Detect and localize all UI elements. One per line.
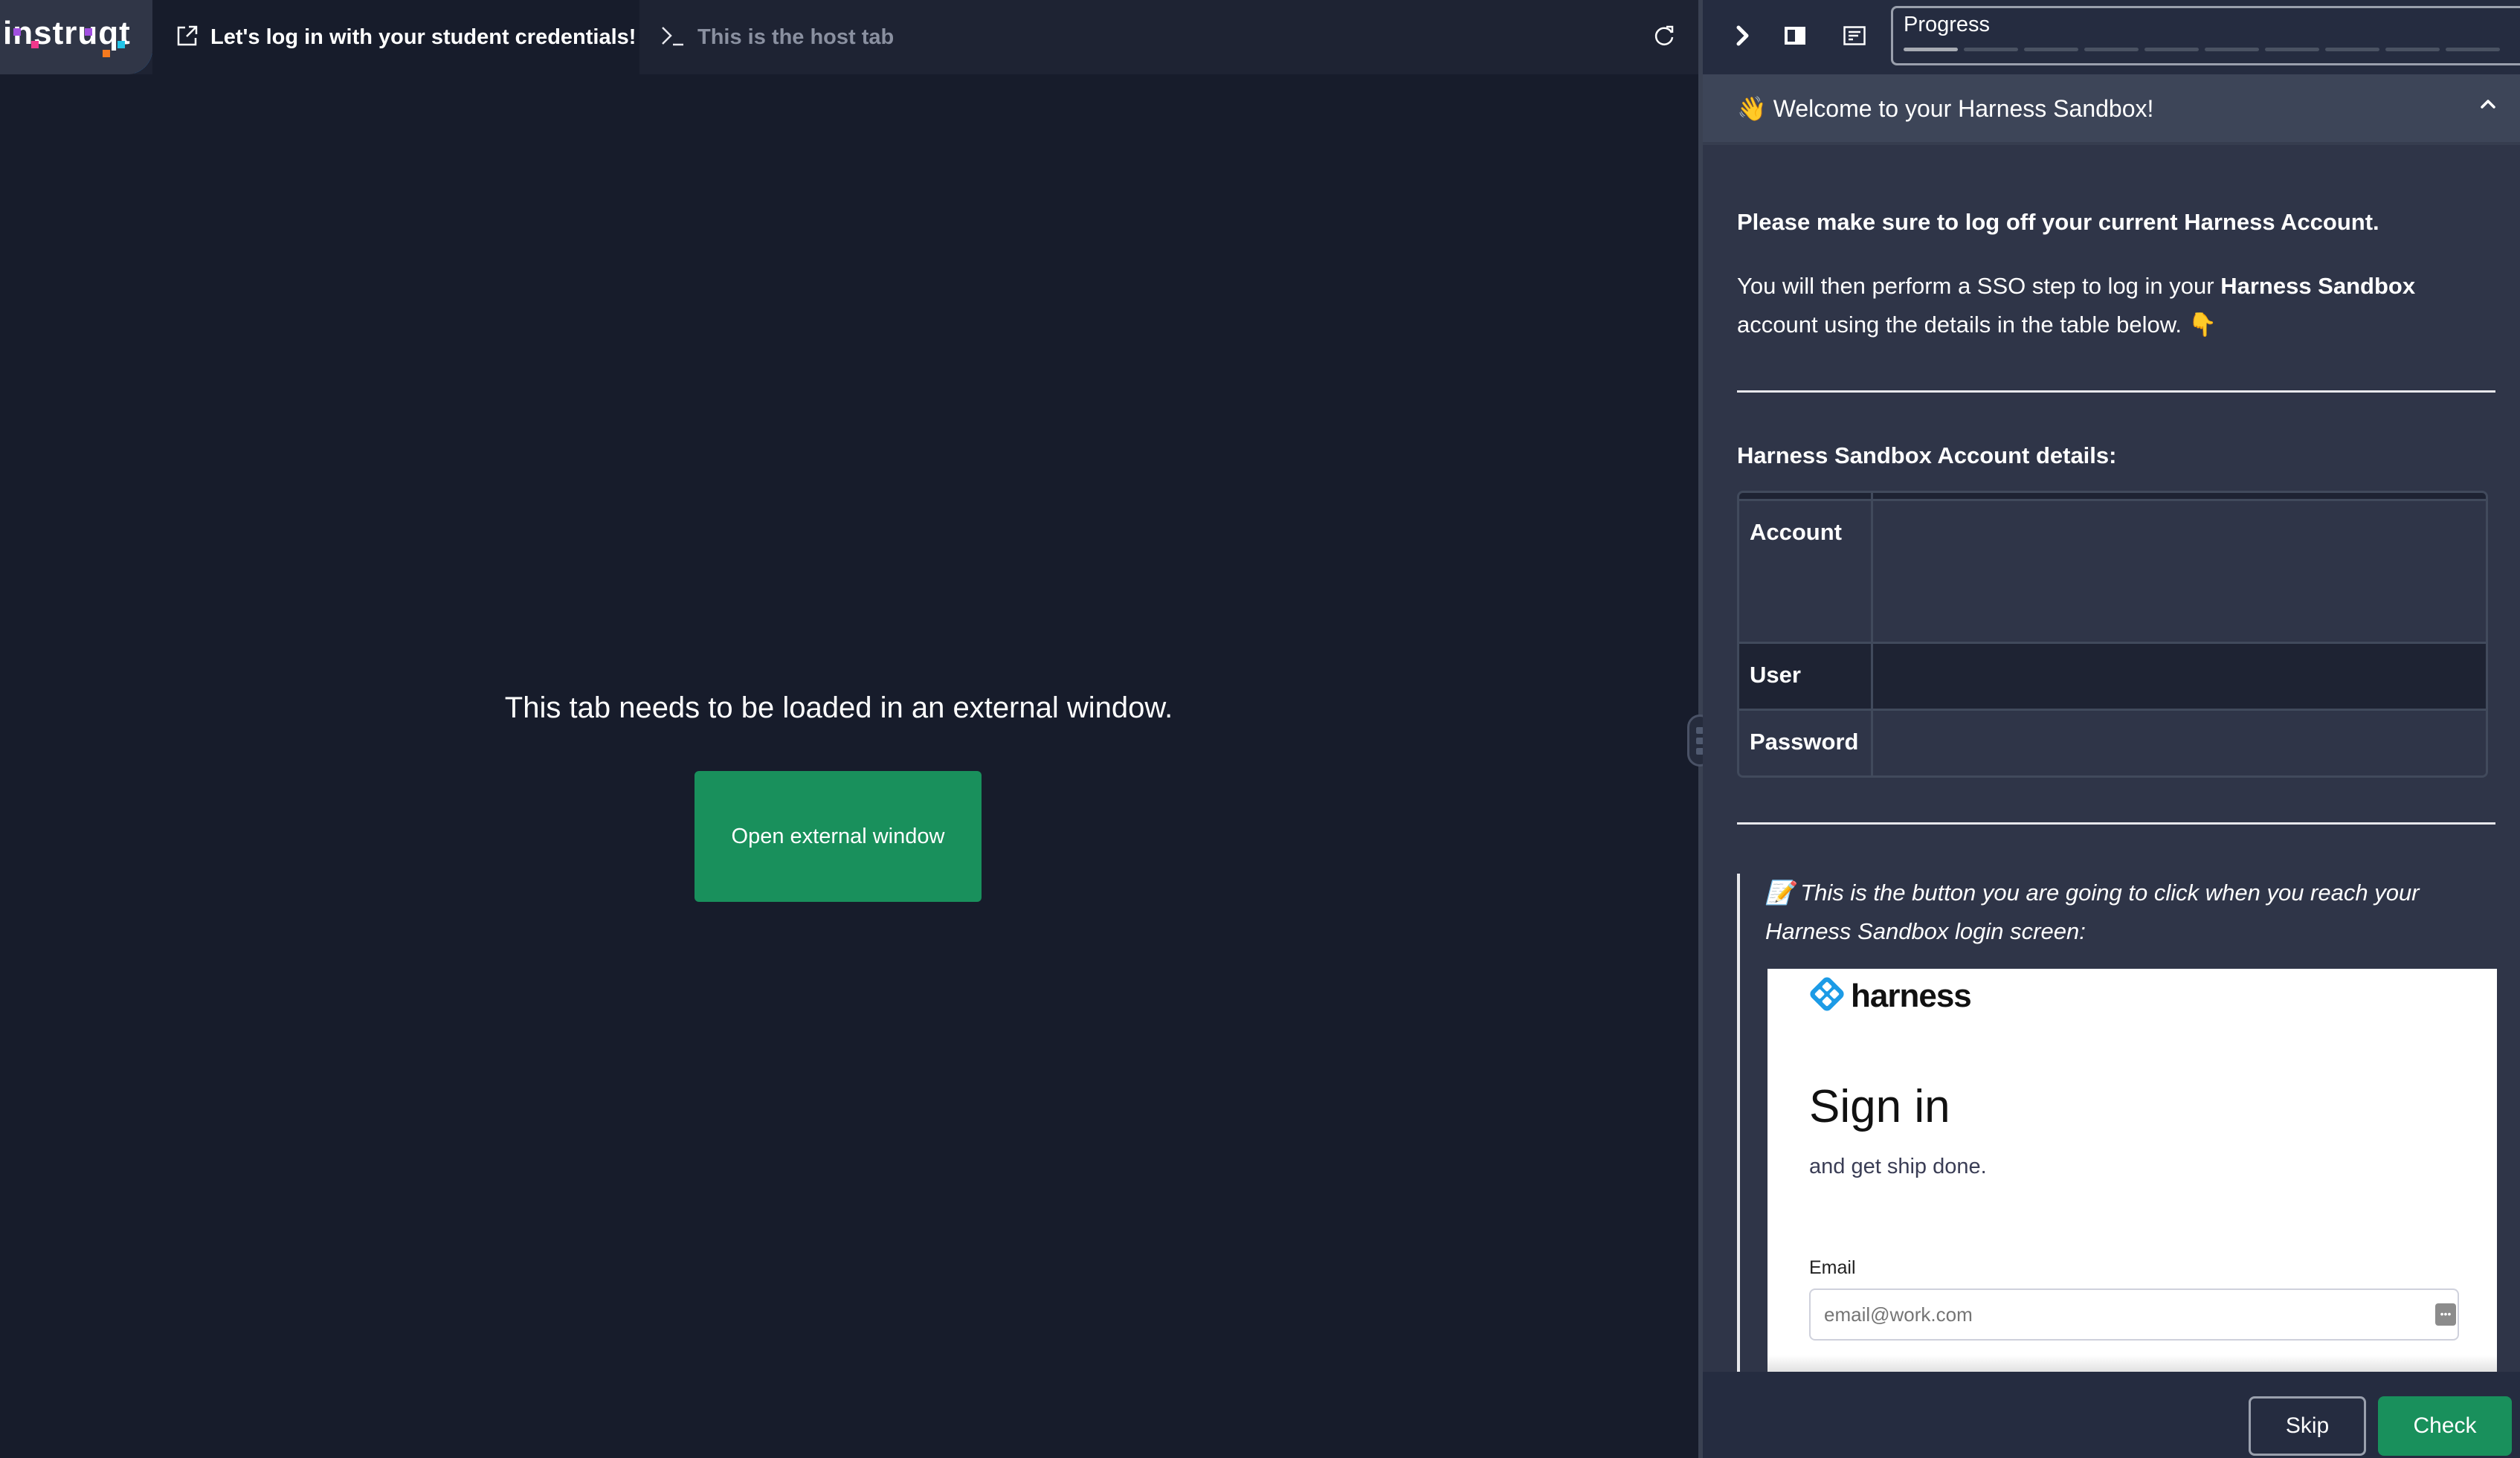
progress-segment [2446, 48, 2500, 51]
logo-dot [117, 41, 125, 48]
notes-button[interactable] [1838, 21, 1871, 54]
progress-segment [2024, 48, 2078, 51]
progress-segment-complete [1904, 48, 1958, 51]
assignment-pane: Progress 👋 Welcome to your Harness Sandb… [1703, 0, 2520, 1458]
refresh-icon [1652, 24, 1676, 51]
table-row: User [1739, 642, 2486, 709]
logo-dot [13, 28, 21, 36]
password-manager-icon: ••• [2435, 1303, 2456, 1326]
progress-indicator[interactable]: Progress [1891, 6, 2520, 65]
progress-segment [2325, 48, 2379, 51]
tab-student-credentials[interactable]: Let's log in with your student credentia… [152, 0, 639, 74]
tab-host[interactable]: This is the host tab [639, 0, 922, 74]
progress-segment [2205, 48, 2259, 51]
layout-toggle-button[interactable] [1779, 21, 1811, 54]
chevron-right-icon [1735, 25, 1751, 51]
assignment-footer: Skip Check [1703, 1372, 2520, 1458]
table-row: Account [1739, 499, 2486, 642]
tab-label: This is the host tab [697, 25, 895, 49]
email-label: Email [1809, 1257, 1856, 1278]
harness-logo: harness [1809, 976, 1972, 1016]
external-link-icon [176, 25, 199, 51]
progress-track [1904, 48, 2500, 51]
sign-in-subtitle: and get ship done. [1809, 1155, 1987, 1178]
accordion-title: 👋 Welcome to your Harness Sandbox! [1737, 94, 2154, 122]
logo-dot [31, 41, 39, 48]
skip-button[interactable]: Skip [2249, 1396, 2366, 1456]
progress-segment [1964, 48, 2018, 51]
refresh-button[interactable] [1649, 22, 1679, 52]
open-external-window-button[interactable]: Open external window [695, 771, 982, 902]
progress-segment [2084, 48, 2139, 51]
sign-in-title: Sign in [1809, 1081, 1950, 1132]
divider-line [1737, 390, 2495, 393]
table-row: Password [1739, 709, 2486, 775]
external-window-message: This tab needs to be loaded in an extern… [504, 691, 1173, 724]
sso-text: You will then perform a SSO step to log … [1737, 273, 2221, 299]
collapse-panel-button[interactable] [1727, 21, 1759, 54]
notes-icon [1843, 25, 1866, 49]
terminal-icon [660, 25, 686, 51]
welcome-accordion-header[interactable]: 👋 Welcome to your Harness Sandbox! [1703, 74, 2520, 145]
email-field-image [1809, 1288, 2459, 1341]
logoff-instruction: Please make sure to log off your current… [1737, 209, 2379, 235]
divider-line [1737, 822, 2495, 825]
sso-instruction: You will then perform a SSO step to log … [1737, 267, 2495, 344]
row-label: User [1739, 644, 1873, 709]
progress-segment [2265, 48, 2319, 51]
harness-login-screenshot: harness Sign in and get ship done. Email… [1767, 969, 2497, 1385]
harness-logo-icon [1809, 976, 1845, 1016]
panel-layout-icon [1784, 26, 1806, 49]
row-value [1873, 711, 2486, 775]
account-details-table: Account User Password [1737, 491, 2488, 778]
row-value [1873, 501, 2486, 642]
progress-segment [2144, 48, 2199, 51]
instruqt-app: instruqt Let's log in with your student … [0, 0, 2520, 1458]
tab-label: Let's log in with your student credentia… [210, 25, 637, 49]
table-header-row [1739, 493, 2486, 499]
progress-segment [2385, 48, 2440, 51]
assignment-header: Progress [1703, 0, 2520, 74]
instruqt-logo: instruqt [3, 15, 131, 51]
left-pane: instruqt Let's log in with your student … [0, 0, 1700, 1458]
tab-bar: instruqt Let's log in with your student … [0, 0, 1700, 74]
check-button[interactable]: Check [2378, 1396, 2512, 1456]
row-value [1873, 644, 2486, 709]
logo-block: instruqt [0, 0, 152, 74]
tip-text: 📝 This is the button you are going to cl… [1765, 880, 2420, 944]
tip-blockquote: 📝 This is the button you are going to cl… [1737, 874, 2497, 1394]
row-label: Password [1739, 711, 1873, 775]
account-details-heading: Harness Sandbox Account details: [1737, 442, 2117, 468]
chevron-up-icon [2478, 97, 2498, 115]
row-label: Account [1739, 501, 1873, 642]
harness-wordmark: harness [1851, 977, 1972, 1014]
logo-dot [85, 28, 92, 36]
sso-text-bold: Harness Sandbox [2220, 273, 2416, 299]
progress-label: Progress [1904, 13, 1991, 36]
sso-text: account using the details in the table b… [1737, 312, 2217, 338]
logo-dot [103, 50, 110, 57]
